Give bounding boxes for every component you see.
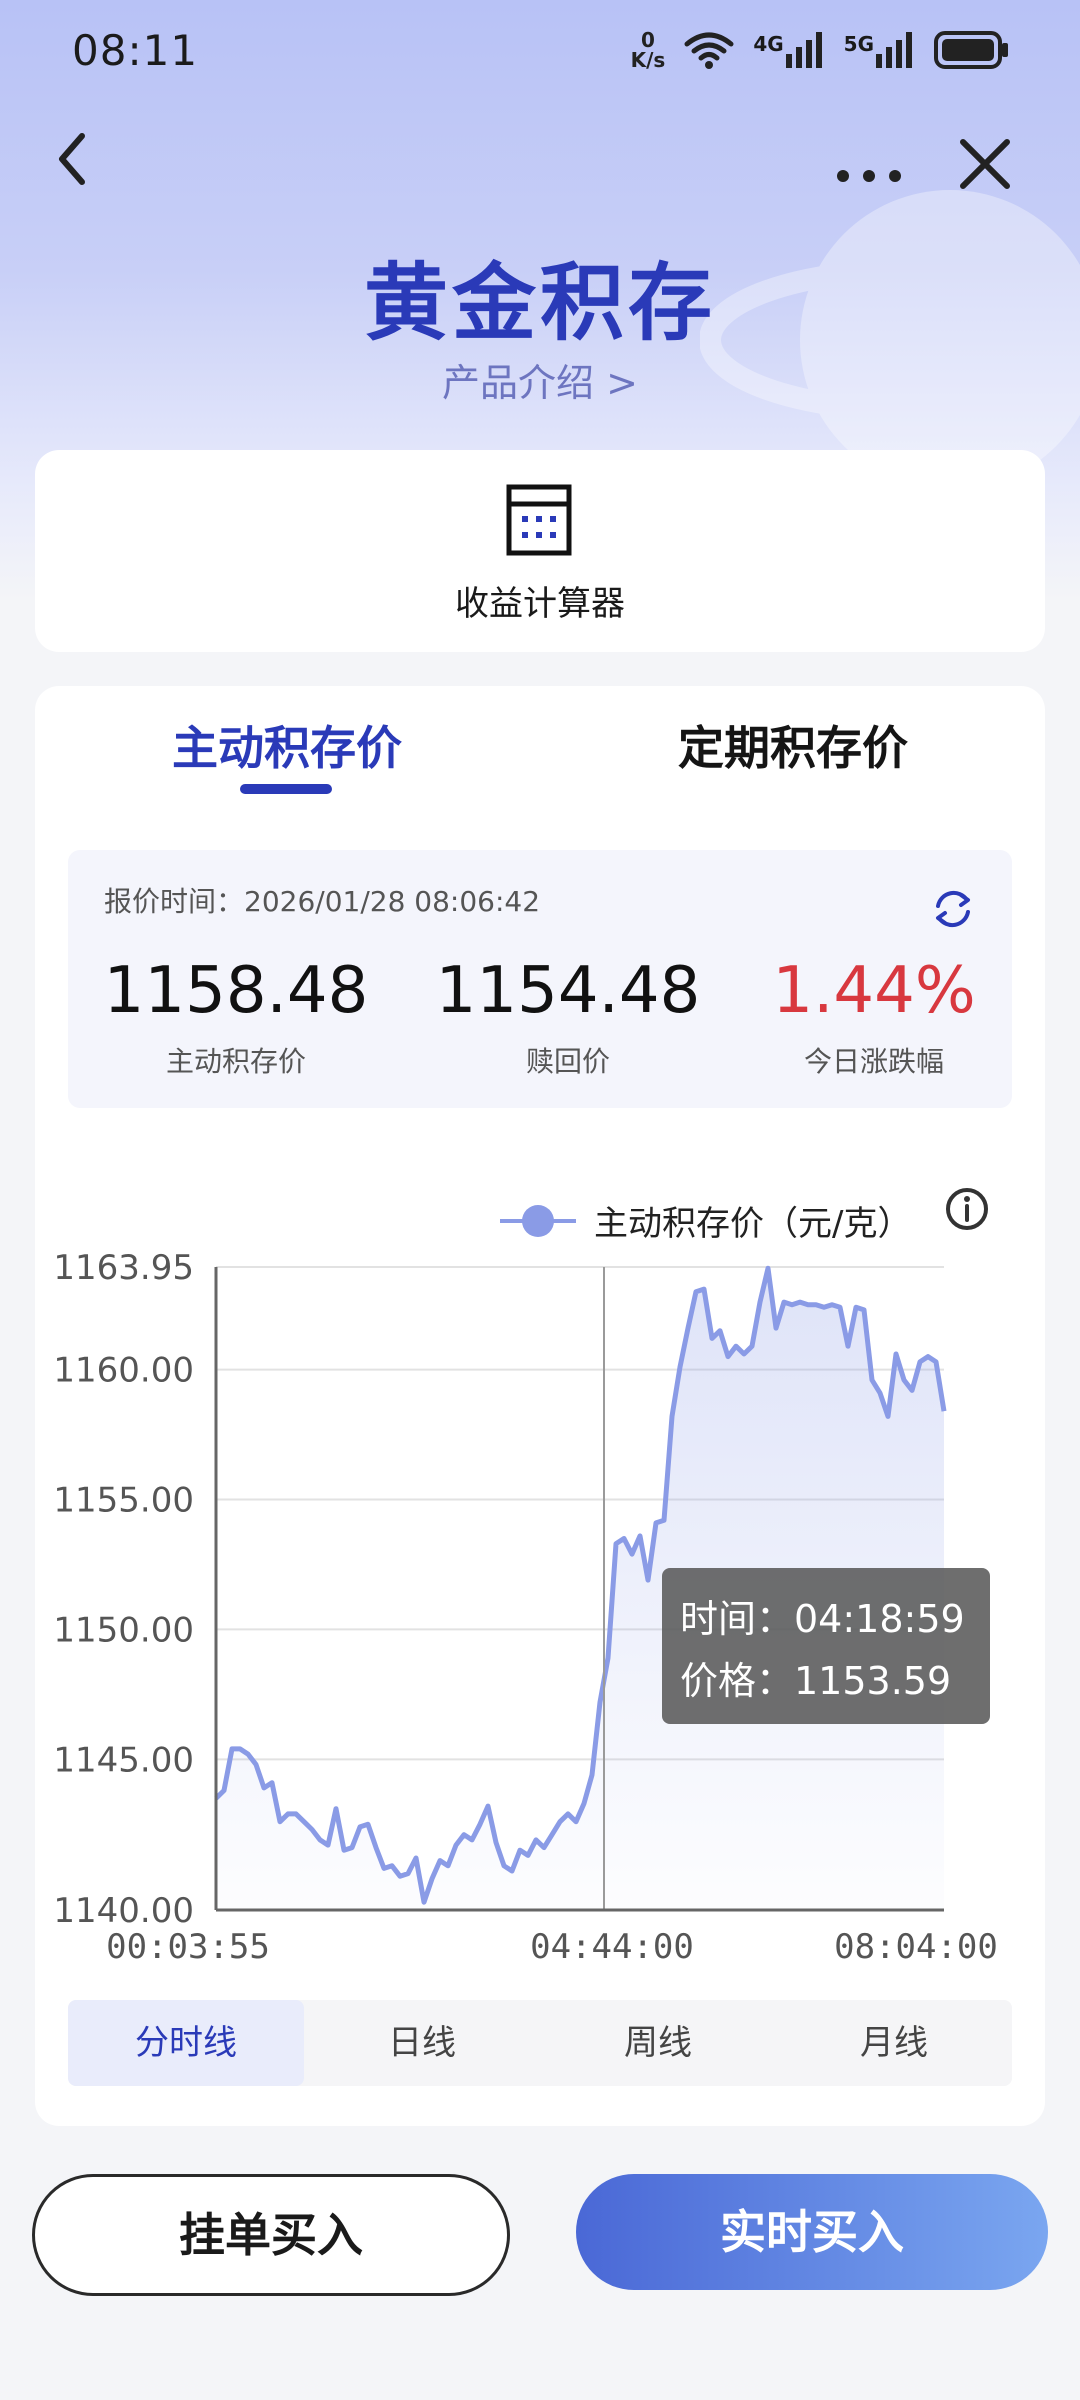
net-speed-unit: K/s bbox=[630, 48, 666, 72]
signal-4g-label: 4G bbox=[753, 32, 784, 56]
x-tick-label: 00:03:55 bbox=[106, 1927, 270, 1967]
y-tick-label: 1145.00 bbox=[53, 1740, 194, 1780]
tab-indicator bbox=[240, 784, 332, 794]
redeem-price-label: 赎回价 bbox=[525, 1045, 610, 1078]
product-intro-link[interactable]: 产品介绍 > bbox=[0, 352, 1080, 407]
signal-bars-icon bbox=[785, 32, 822, 68]
period-selector: 分时线 日线 周线 月线 bbox=[68, 2000, 1012, 2086]
calculator-icon[interactable] bbox=[506, 484, 572, 556]
close-icon[interactable] bbox=[955, 134, 1015, 194]
signal-4g: 4G bbox=[753, 32, 825, 68]
period-monthly[interactable]: 月线 bbox=[776, 2000, 1012, 2086]
x-tick-label: 04:44:00 bbox=[530, 1927, 694, 1967]
status-bar: 08:11 0 K/s 4G 5G bbox=[0, 0, 1080, 100]
quote-time: 报价时间：2026/01/28 08:06:42 bbox=[104, 885, 541, 918]
more-icon[interactable] bbox=[835, 130, 905, 190]
tooltip-price: 价格：1153.59 bbox=[680, 1659, 952, 1703]
y-tick-label: 1163.95 bbox=[53, 1248, 194, 1288]
active-price-label: 主动积存价 bbox=[165, 1045, 306, 1078]
change-percent-value: 1.44% bbox=[772, 954, 976, 1028]
y-tick-label: 1150.00 bbox=[53, 1610, 194, 1650]
y-tick-label: 1140.00 bbox=[53, 1891, 194, 1931]
calculator-label[interactable]: 收益计算器 bbox=[0, 576, 1080, 625]
status-time: 08:11 bbox=[72, 25, 199, 75]
redeem-price-value: 1154.48 bbox=[435, 954, 701, 1028]
pending-buy-button[interactable]: 挂单买入 bbox=[32, 2174, 510, 2296]
signal-bars-icon bbox=[876, 32, 912, 68]
y-tick-label: 1160.00 bbox=[53, 1351, 194, 1391]
active-price-value: 1158.48 bbox=[103, 954, 369, 1028]
refresh-icon[interactable] bbox=[930, 886, 976, 932]
wifi-icon bbox=[684, 32, 734, 69]
realtime-buy-button[interactable]: 实时买入 bbox=[576, 2174, 1048, 2290]
nav-bar bbox=[0, 120, 1080, 200]
period-daily[interactable]: 日线 bbox=[304, 2000, 540, 2086]
back-arrow-icon[interactable] bbox=[48, 124, 108, 194]
net-speed: 0 K/s bbox=[631, 30, 666, 70]
period-weekly[interactable]: 周线 bbox=[540, 2000, 776, 2086]
signal-5g-label: 5G bbox=[843, 32, 874, 56]
net-speed-value: 0 bbox=[640, 28, 655, 52]
battery-icon bbox=[934, 31, 1008, 69]
info-icon[interactable] bbox=[944, 1186, 990, 1232]
page-title: 黄金积存 bbox=[363, 254, 716, 352]
y-tick-label: 1155.00 bbox=[53, 1481, 194, 1521]
status-icons: 0 K/s 4G 5G bbox=[631, 30, 1010, 70]
tab-scheduled-price[interactable]: 定期积存价 bbox=[678, 712, 908, 778]
x-tick-label: 08:04:00 bbox=[834, 1927, 998, 1967]
chart-tooltip: 时间：04:18:59 价格：1153.59 bbox=[662, 1568, 990, 1724]
tab-active-price[interactable]: 主动积存价 bbox=[172, 712, 402, 778]
tooltip-time: 时间：04:18:59 bbox=[680, 1597, 965, 1641]
change-percent-label: 今日涨跌幅 bbox=[803, 1045, 944, 1078]
period-intraday[interactable]: 分时线 bbox=[68, 2000, 304, 2086]
signal-5g: 5G bbox=[844, 32, 916, 68]
